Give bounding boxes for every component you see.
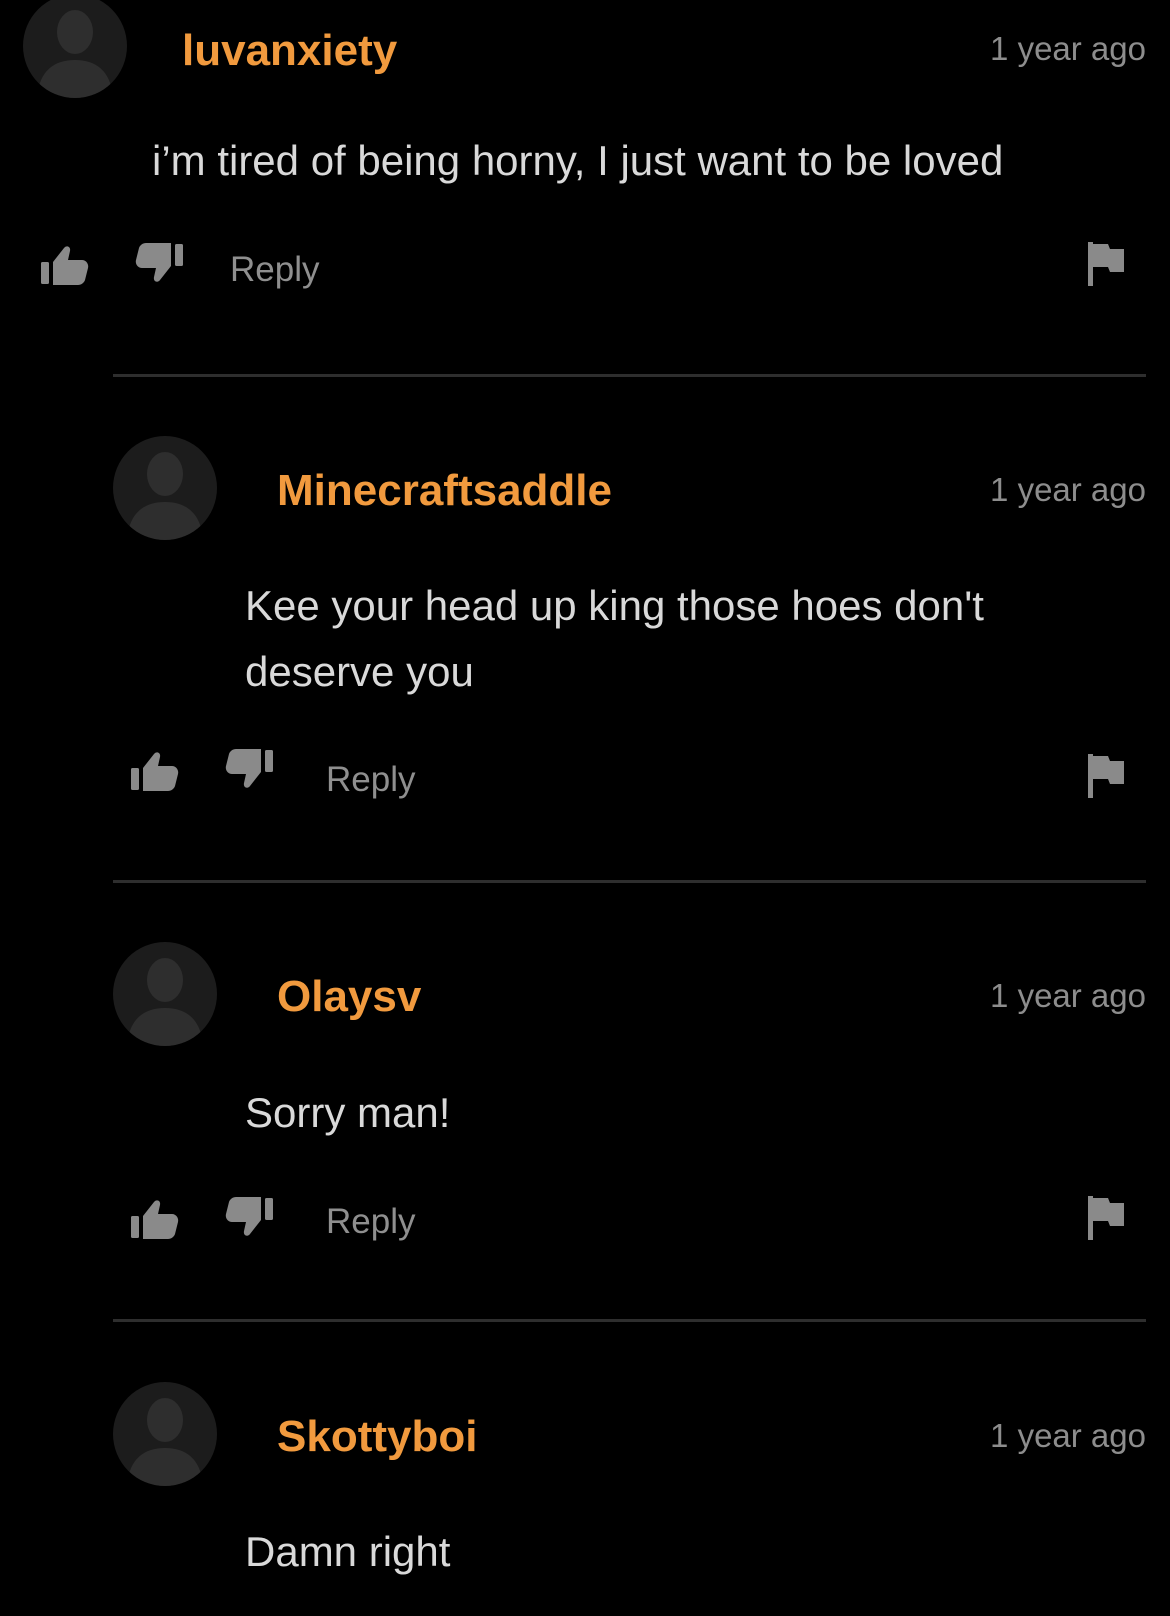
comment-thread: luvanxiety 1 year ago i’m tired of being… [0,0,1170,1616]
timestamp: 1 year ago [990,1417,1146,1454]
reply-comment: Skottyboi 1 year ago Damn right [0,0,1146,1616]
username[interactable]: Skottyboi [277,1412,477,1462]
comment-text: Damn right [245,1528,451,1575]
user-avatar[interactable] [113,1382,217,1486]
person-silhouette-icon [127,1398,203,1486]
